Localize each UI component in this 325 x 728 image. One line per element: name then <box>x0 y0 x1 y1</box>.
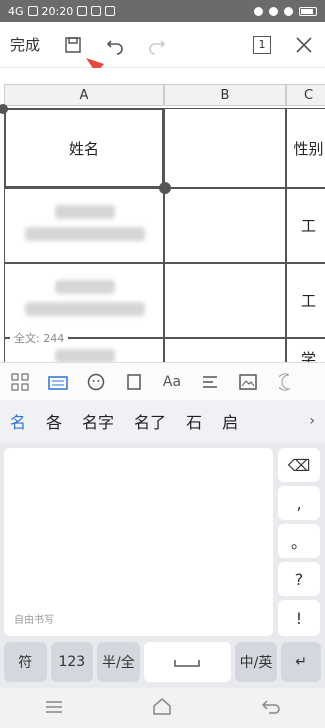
cell-b1[interactable] <box>164 108 286 188</box>
cell-a1[interactable]: 姓名 <box>4 108 164 188</box>
align-icon[interactable] <box>200 372 220 392</box>
half-full-key[interactable]: 半/全 <box>97 642 140 682</box>
toolbar-right: 1 <box>253 34 315 56</box>
candidate-more-button[interactable]: › <box>309 413 315 429</box>
cell-c2[interactable]: 工 <box>286 188 325 263</box>
question-key[interactable]: ? <box>278 562 320 596</box>
blurred-text <box>25 302 145 316</box>
selection-handle[interactable] <box>159 182 171 194</box>
handwriting-keyboard: 自由书写 ⌫ , 。 ? ! 符 123 半/全 中/英 ↵ <box>0 442 325 688</box>
alarm-icon <box>254 6 263 16</box>
blurred-text <box>55 205 115 219</box>
symbol-key[interactable]: 符 <box>4 642 47 682</box>
cell-b3[interactable] <box>164 263 286 338</box>
notification-icon <box>77 6 88 16</box>
back-icon[interactable] <box>261 698 281 718</box>
exclaim-key[interactable]: ! <box>278 600 320 636</box>
cell-c3[interactable]: 工 <box>286 263 325 338</box>
blurred-text <box>55 349 115 362</box>
wifi-icon <box>284 6 293 16</box>
eye-icon <box>269 6 278 16</box>
column-header-b[interactable]: B <box>164 84 286 106</box>
keyboard-bottom-row: 符 123 半/全 中/英 ↵ <box>0 642 325 686</box>
cell-b2[interactable] <box>164 188 286 263</box>
number-key[interactable]: 123 <box>50 642 94 682</box>
space-key[interactable] <box>143 642 231 682</box>
system-nav-bar <box>0 688 325 728</box>
signal-label: 4G <box>8 4 24 18</box>
status-left: 4G 20:20 <box>8 4 116 18</box>
crop-icon[interactable] <box>124 372 144 392</box>
grid-icon[interactable] <box>10 372 30 392</box>
status-right <box>254 6 317 16</box>
emoji-icon[interactable] <box>86 372 106 392</box>
handwriting-pad[interactable]: 自由书写 <box>4 448 273 636</box>
period-key[interactable]: 。 <box>278 524 320 558</box>
candidate-item[interactable]: 启 <box>222 409 238 433</box>
home-icon[interactable] <box>152 697 172 719</box>
column-header-c[interactable]: C <box>286 84 325 106</box>
undo-icon[interactable] <box>104 34 126 56</box>
backspace-key[interactable]: ⌫ <box>278 448 320 482</box>
blurred-text <box>55 280 115 294</box>
editor-toolbar: 完成 1 <box>0 22 325 68</box>
cell-c4[interactable]: 学 <box>286 338 325 362</box>
battery-icon <box>299 6 317 16</box>
candidate-item[interactable]: 名 <box>10 409 26 433</box>
candidate-item[interactable]: 石 <box>186 409 202 433</box>
candidate-item[interactable]: 各 <box>46 409 62 433</box>
cell-a3[interactable] <box>4 263 164 338</box>
blurred-text <box>25 227 145 241</box>
candidate-item[interactable]: 名字 <box>82 409 114 433</box>
notification-icon <box>105 6 116 16</box>
spreadsheet: A B C 姓名 性别 工 工 学 全文: 244 <box>0 68 325 362</box>
menu-icon[interactable] <box>45 699 63 718</box>
comma-key[interactable]: , <box>278 486 320 520</box>
keyboard-icon[interactable] <box>48 372 68 392</box>
enter-key[interactable]: ↵ <box>281 642 321 682</box>
handwriting-hint: 自由书写 <box>14 615 54 626</box>
char-count: 全文: 244 <box>10 330 69 346</box>
column-header-a[interactable]: A <box>4 84 164 106</box>
close-icon[interactable] <box>293 34 315 56</box>
cell-b4[interactable] <box>164 338 286 362</box>
signal-icon <box>27 6 38 16</box>
candidate-bar: 名 各 名字 名了 石 启 › <box>0 400 325 442</box>
format-bar: Aa <box>0 362 325 400</box>
status-bar: 4G 20:20 <box>0 0 325 22</box>
moon-icon[interactable] <box>276 372 296 392</box>
font-icon[interactable]: Aa <box>162 372 182 392</box>
image-icon[interactable] <box>238 372 258 392</box>
lang-switch-key[interactable]: 中/英 <box>234 642 278 682</box>
save-icon[interactable] <box>62 34 84 56</box>
redo-icon[interactable] <box>146 34 168 56</box>
cell-a2[interactable] <box>4 188 164 263</box>
cell-c1[interactable]: 性别 <box>286 108 325 188</box>
space-icon <box>174 660 200 667</box>
candidate-item[interactable]: 名了 <box>134 409 166 433</box>
status-time: 20:20 <box>41 4 74 18</box>
page-count-button[interactable]: 1 <box>253 35 271 54</box>
notification-icon <box>91 6 102 16</box>
done-button[interactable]: 完成 <box>10 34 40 55</box>
